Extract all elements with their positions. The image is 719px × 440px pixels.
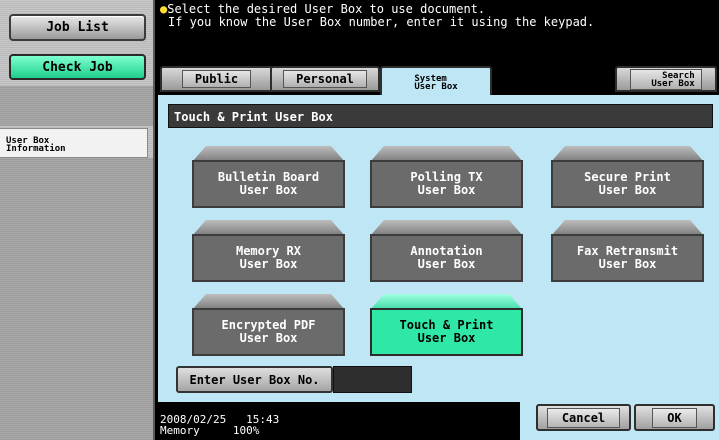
button-label-line2: User Box	[417, 331, 476, 345]
button-label-line2: User Box	[598, 183, 657, 197]
cancel-button-label: Cancel	[546, 407, 621, 428]
search-user-box-inner: Search User Box	[630, 68, 702, 90]
polling-tx-user-box-button[interactable]: Polling TX User Box	[370, 146, 523, 208]
job-list-button[interactable]: Job List	[9, 14, 146, 41]
touch-and-print-user-box-button[interactable]: Touch & Print User Box	[370, 294, 523, 356]
tab-personal-label: Personal	[283, 70, 367, 88]
memory-label: Memory	[160, 424, 200, 437]
button-label-line2: User Box	[239, 331, 298, 345]
tab-public-label: Public	[181, 70, 252, 88]
button-face: Annotation User Box	[370, 234, 523, 282]
instruction-line2: If you know the User Box number, enter i…	[168, 15, 595, 29]
section-title: Touch & Print User Box	[168, 104, 713, 128]
ok-button-label: OK	[652, 407, 697, 428]
date-time-display: 2008/02/25 15:43 Memory 100%	[160, 414, 279, 436]
ok-button[interactable]: OK	[634, 404, 715, 431]
button-label-line2: User Box	[417, 183, 476, 197]
button-face: Bulletin Board User Box	[192, 160, 345, 208]
instruction-message: ●Select the desired User Box to use docu…	[158, 0, 719, 60]
button-label-line2: User Box	[239, 183, 298, 197]
user-box-information-tab[interactable]: User Box Information	[0, 128, 148, 158]
user-box-information-line2: Information	[6, 144, 66, 154]
button-face: Touch & Print User Box	[370, 308, 523, 356]
tab-personal[interactable]: Personal	[270, 66, 380, 92]
left-panel-band-lower	[0, 158, 153, 440]
tab-system-line2: User Box	[414, 82, 458, 92]
memory-rx-user-box-button[interactable]: Memory RX User Box	[192, 220, 345, 282]
button-label-line2: User Box	[417, 257, 476, 271]
button-label-line2: User Box	[239, 257, 298, 271]
memory-value: 100%	[232, 424, 260, 437]
check-job-button[interactable]: Check Job	[9, 54, 146, 80]
button-face: Secure Print User Box	[551, 160, 704, 208]
search-user-box-button[interactable]: Search User Box	[615, 66, 717, 92]
button-face: Fax Retransmit User Box	[551, 234, 704, 282]
user-box-number-field[interactable]	[333, 366, 412, 393]
button-face: Encrypted PDF User Box	[192, 308, 345, 356]
tab-public[interactable]: Public	[160, 66, 273, 92]
button-face: Memory RX User Box	[192, 234, 345, 282]
enter-user-box-number-button[interactable]: Enter User Box No.	[176, 366, 333, 393]
button-face: Polling TX User Box	[370, 160, 523, 208]
cancel-button[interactable]: Cancel	[536, 404, 631, 431]
instruction-line1: Select the desired User Box to use docum…	[167, 2, 486, 16]
secure-print-user-box-button[interactable]: Secure Print User Box	[551, 146, 704, 208]
left-panel-band	[0, 86, 153, 126]
encrypted-pdf-user-box-button[interactable]: Encrypted PDF User Box	[192, 294, 345, 356]
annotation-user-box-button[interactable]: Annotation User Box	[370, 220, 523, 282]
search-line2: User Box	[651, 78, 695, 89]
bulletin-board-user-box-button[interactable]: Bulletin Board User Box	[192, 146, 345, 208]
left-panel: Job List Check Job User Box Information	[0, 0, 155, 440]
fax-retransmit-user-box-button[interactable]: Fax Retransmit User Box	[551, 220, 704, 282]
tab-system-user-box[interactable]: System User Box	[380, 66, 492, 96]
button-label-line2: User Box	[598, 257, 657, 271]
